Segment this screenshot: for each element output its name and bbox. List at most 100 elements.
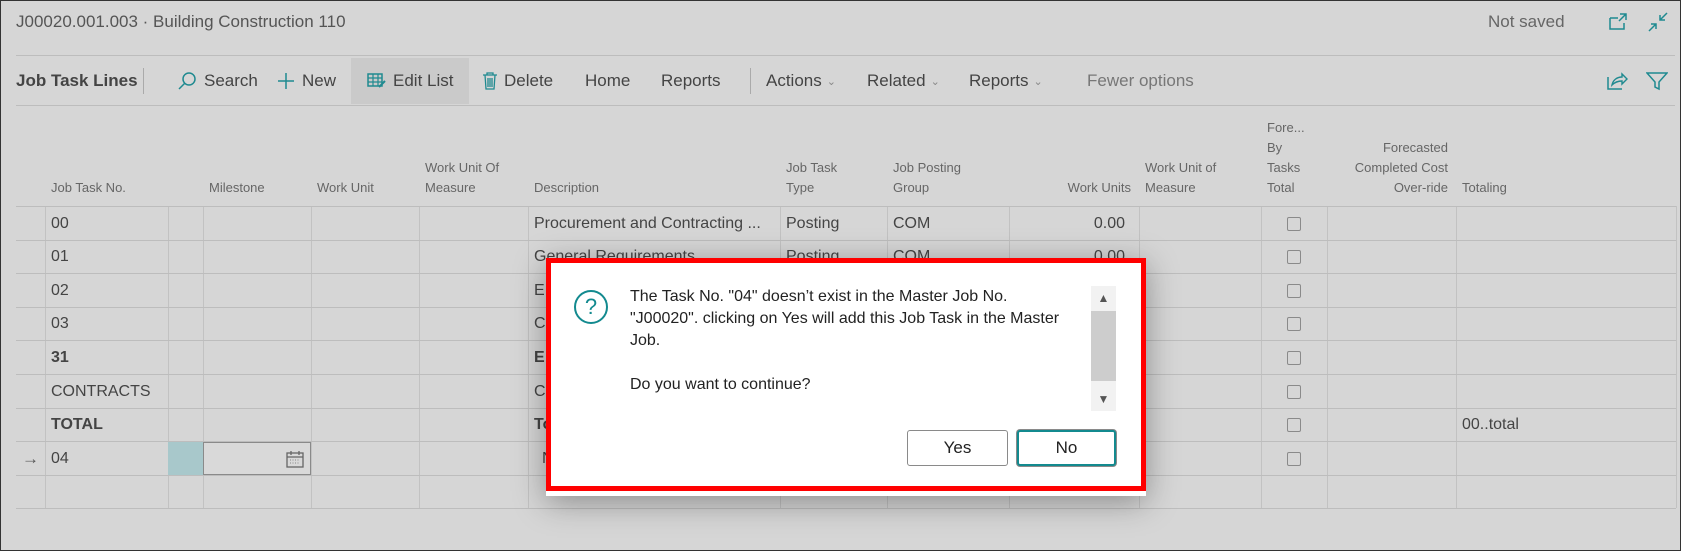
checkbox[interactable] [1287, 283, 1301, 298]
column-header-job-task-no[interactable]: Job Task No. [51, 178, 160, 198]
column-header-line: Completed Cost [1354, 160, 1448, 175]
column-header-work-units[interactable]: Work Units [1015, 178, 1131, 198]
table-row[interactable]: 00 Procurement and Contracting ... Posting… [16, 206, 1676, 240]
column-header-milestone[interactable]: Milestone [209, 178, 303, 198]
cell-totaling[interactable]: 00..total [1456, 409, 1676, 442]
column-header-forecasted-completed-cost-override[interactable]: Forecasted Completed Cost Over-ride [1333, 138, 1448, 198]
column-header-work-unit-of-measure-2[interactable]: Work Unit of Measure [1145, 158, 1253, 198]
chevron-up-icon[interactable]: ▲ [1091, 286, 1116, 310]
trash-icon [483, 72, 497, 90]
cell-job-task-no[interactable]: 04 [45, 442, 168, 475]
cell-totaling[interactable] [1456, 308, 1676, 341]
edit-list-label: Edit List [393, 71, 454, 90]
edit-list-button[interactable]: Edit List [351, 58, 470, 104]
reports-menu-label: Reports [969, 71, 1029, 90]
related-label: Related [867, 71, 926, 90]
cell-selector[interactable] [168, 442, 203, 476]
column-header-line: Measure [1145, 180, 1196, 195]
reports-menu[interactable]: Reports ⌄ [969, 58, 1043, 104]
cell-job-task-no[interactable]: 03 [45, 308, 168, 341]
column-header-line: Totaling [1462, 180, 1507, 195]
current-row-arrow-icon: → [22, 448, 39, 468]
cell-job-task-no[interactable]: 02 [45, 274, 168, 307]
cell-job-posting-group[interactable]: COM [887, 207, 1009, 240]
toolbar-separator [143, 68, 144, 94]
yes-button[interactable]: Yes [907, 430, 1008, 466]
reports-tab[interactable]: Reports [661, 58, 721, 104]
cell-totaling[interactable] [1456, 442, 1676, 475]
dialog-question-text: Do you want to continue? [630, 376, 811, 393]
confirm-dialog: ? The Task No. "04" doesn’t exist in the… [546, 258, 1146, 496]
cell-totaling[interactable] [1456, 241, 1676, 274]
checkbox[interactable] [1287, 250, 1301, 265]
header-divider [16, 55, 1675, 56]
delete-button[interactable]: Delete [482, 58, 553, 104]
column-header-line: Fore... [1267, 120, 1305, 135]
grid-bottom-border [16, 508, 1676, 510]
calendar-icon[interactable] [286, 450, 304, 468]
cell-fore-by-tasks-total[interactable] [1261, 241, 1327, 274]
share-button[interactable] [1606, 58, 1634, 104]
checkbox[interactable] [1287, 317, 1301, 332]
cell-fore-by-tasks-total[interactable] [1261, 409, 1327, 442]
new-button[interactable]: New [276, 58, 336, 104]
cell-fore-by-tasks-total[interactable] [1261, 207, 1327, 240]
dialog-scrollbar[interactable]: ▲ ▼ [1091, 286, 1116, 411]
column-header-line: Forecasted [1382, 140, 1448, 155]
column-header-totaling[interactable]: Totaling [1462, 178, 1668, 198]
cell-job-task-no[interactable]: 01 [45, 241, 168, 274]
related-menu[interactable]: Related ⌄ [867, 58, 940, 104]
cell-description[interactable]: Procurement and Contracting ... [528, 207, 780, 240]
cell-job-task-no[interactable]: 00 [45, 207, 168, 240]
chevron-down-icon[interactable]: ▼ [1091, 387, 1116, 411]
cell-job-task-no[interactable]: CONTRACTS [45, 375, 168, 408]
open-in-new-window-icon[interactable] [1606, 10, 1630, 34]
actions-menu[interactable]: Actions ⌄ [766, 58, 836, 104]
cell-totaling[interactable] [1456, 341, 1676, 374]
dialog-message: The Task No. "04" doesn’t exist in the M… [630, 286, 1070, 396]
collapse-icon[interactable] [1646, 10, 1670, 34]
cell-row-marker: → [16, 442, 45, 475]
fewer-options-button[interactable]: Fewer options [1087, 58, 1194, 104]
cell-work-units[interactable]: 0.00 [1009, 207, 1139, 240]
cell-job-task-type[interactable]: Posting [780, 207, 887, 240]
cell-fore-by-tasks-total[interactable] [1261, 274, 1327, 307]
checkbox[interactable] [1287, 216, 1301, 231]
column-header-job-posting-group[interactable]: Job Posting Group [893, 158, 1001, 198]
chevron-down-icon: ⌄ [930, 75, 940, 88]
chevron-down-icon: ⌄ [826, 75, 836, 88]
column-header-job-task-type[interactable]: Job Task Type [786, 158, 879, 198]
checkbox[interactable] [1287, 451, 1301, 466]
toolbar-separator [750, 68, 751, 94]
column-header-work-unit[interactable]: Work Unit [317, 178, 411, 198]
column-header-line: Work Units [1067, 180, 1131, 195]
cell-fore-by-tasks-total[interactable] [1261, 375, 1327, 408]
cell-job-task-no[interactable]: 31 [45, 341, 168, 374]
scrollbar-thumb[interactable] [1091, 311, 1116, 381]
checkbox[interactable] [1287, 350, 1301, 365]
cell-fore-by-tasks-total[interactable] [1261, 442, 1327, 475]
filter-button[interactable] [1646, 58, 1674, 104]
cell-totaling[interactable] [1456, 207, 1676, 240]
cell-fore-by-tasks-total[interactable] [1261, 341, 1327, 374]
checkbox[interactable] [1287, 418, 1301, 433]
page-title: J00020.001.003 · Building Construction 1… [16, 12, 346, 31]
toolbar-divider [16, 105, 1675, 106]
search-button[interactable]: Search [176, 58, 258, 104]
column-header-description[interactable]: Description [534, 178, 772, 198]
no-button[interactable]: No [1017, 430, 1116, 466]
search-label: Search [204, 71, 258, 90]
cell-job-task-no[interactable]: TOTAL [45, 409, 168, 442]
cell-fore-by-tasks-total[interactable] [1261, 308, 1327, 341]
delete-label: Delete [504, 71, 554, 90]
column-header-fore-by-tasks-total[interactable]: Fore... By Tasks Total [1267, 118, 1319, 198]
cell-totaling[interactable] [1456, 274, 1676, 307]
column-header-work-unit-of-measure[interactable]: Work Unit Of Measure [425, 158, 520, 198]
home-tab[interactable]: Home [585, 58, 630, 104]
edit-list-icon [367, 73, 386, 88]
cell-totaling[interactable] [1456, 375, 1676, 408]
column-header-line: By [1267, 140, 1283, 155]
search-icon [178, 72, 196, 90]
checkbox[interactable] [1287, 384, 1301, 399]
cell-milestone[interactable] [203, 442, 311, 476]
